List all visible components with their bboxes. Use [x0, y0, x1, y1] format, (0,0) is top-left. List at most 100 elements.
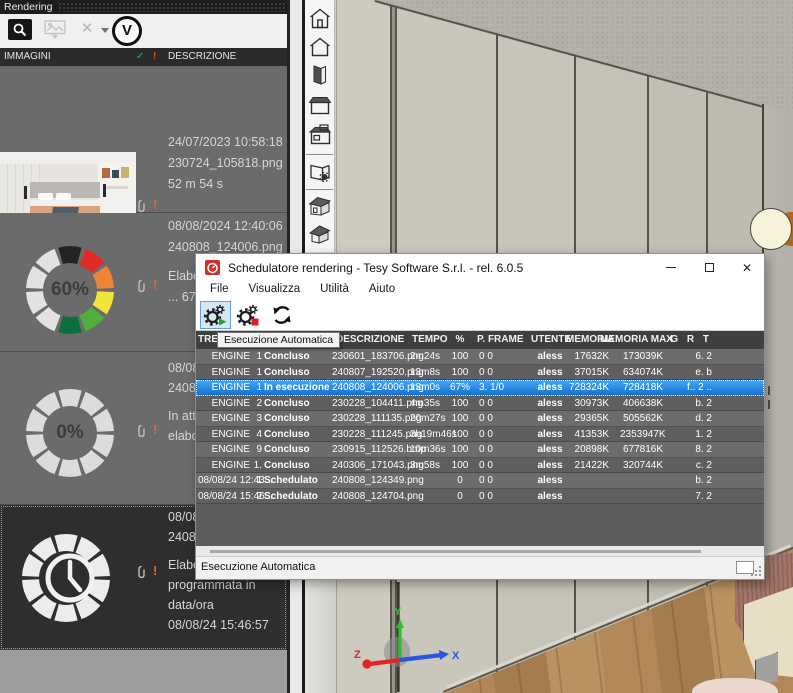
alert-icon: !: [153, 51, 157, 62]
stop-run-button[interactable]: [233, 301, 264, 329]
menu-utilita[interactable]: Utilità: [310, 282, 359, 299]
cell-source: ENGINE: [211, 397, 250, 409]
cell-desc: 230228_104411.png: [332, 397, 424, 409]
export-image-icon[interactable]: [44, 20, 66, 39]
cell-desc: 240306_171043.png: [332, 459, 424, 471]
menu-visualizza[interactable]: Visualizza: [239, 282, 311, 299]
cell-grt: d. 2: [695, 413, 712, 424]
cell-user: aless: [537, 382, 563, 393]
axis-z-label: Z: [354, 649, 361, 661]
cell-n: 2: [256, 397, 262, 409]
cell-source: ENGINE: [211, 459, 250, 471]
window-title-bar[interactable]: Schedulatore rendering - Tesy Software S…: [196, 254, 764, 282]
cell-mem: 30973K: [574, 397, 609, 409]
cell-desc: 240808_124349.png: [332, 475, 424, 486]
panel-title: Rendering: [4, 1, 53, 13]
vray-button[interactable]: V: [112, 16, 142, 46]
cell-pct: 100: [451, 428, 469, 440]
refresh-button[interactable]: [266, 301, 297, 329]
cell-pframe: 0 0: [479, 397, 493, 409]
table-row[interactable]: 08/08/24 15:46... 2 Schedulato 240808_12470…: [196, 488, 764, 504]
panel-list-header: IMMAGINI ✓ ! DESCRIZIONE: [0, 48, 287, 66]
progress-label: 0%: [56, 422, 84, 443]
chevron-down-icon[interactable]: [101, 28, 109, 33]
cell-mem: 37015K: [574, 366, 609, 378]
panel-title-bar[interactable]: Rendering: [0, 0, 287, 14]
scheduler-toolbar: [196, 299, 764, 331]
wall-mark: [768, 386, 770, 395]
cell-status: Schedulato: [264, 475, 318, 486]
origin-axes-gizmo: Y X Z: [354, 606, 460, 669]
preview-button[interactable]: [8, 19, 32, 40]
cell-pframe: 0 0: [479, 459, 493, 471]
cell-grt: b. 2: [695, 397, 712, 409]
maximize-button[interactable]: [692, 254, 726, 281]
house-outline-view-icon[interactable]: [307, 34, 333, 60]
house-window-view-icon[interactable]: [307, 122, 333, 148]
cell-grt: 8. 2: [695, 444, 712, 455]
house-front-view-icon[interactable]: [307, 6, 333, 32]
cell-n: 1: [256, 366, 262, 378]
wall-3d-view-icon[interactable]: [307, 62, 333, 88]
perspective-settings-icon[interactable]: [307, 159, 333, 185]
paperclip-icon: [138, 199, 145, 213]
cell-status: Concluso: [264, 459, 310, 471]
cell-memmax: 634074K: [622, 366, 663, 378]
cell-source: ENGINE: [211, 428, 250, 440]
table-row[interactable]: ENGINE 1 Concluso 230601_183706.png 2m24s 100…: [196, 349, 764, 365]
menu-file[interactable]: File: [200, 282, 239, 299]
axis-y-label: Y: [394, 606, 402, 618]
cell-grt: c. 2: [695, 459, 712, 471]
minimize-button[interactable]: [654, 254, 688, 281]
table-row[interactable]: ENGINE 1 In esecuzione 240808_124006.png 13m…: [196, 380, 764, 396]
table-row[interactable]: ENGINE 9 Concluso 230915_112526.bmp 10m36s 10…: [196, 442, 764, 458]
cell-pframe: 0 0: [479, 475, 493, 486]
cell-pframe: 0 0: [479, 490, 493, 502]
horizontal-scrollbar[interactable]: [196, 546, 764, 556]
close-button[interactable]: ✕: [730, 254, 764, 281]
table-row[interactable]: ENGINE 1. Concluso 240306_171043.png 3m58s 10…: [196, 457, 764, 473]
table-row[interactable]: ENGINE 4 Concluso 230228_111245.png 3h19m46s…: [196, 426, 764, 442]
toolbar-separator: [306, 154, 333, 155]
cell-grt: e. b: [695, 366, 712, 378]
render-job-row[interactable]: ! 24/07/2023 10:58:18 230724_105818.png …: [0, 66, 287, 246]
house-3d-view-icon[interactable]: [307, 193, 333, 219]
scheduler-window: Schedulatore rendering - Tesy Software S…: [195, 253, 765, 580]
table-row[interactable]: ENGINE 3 Concluso 230228_111135.png 20m27s 10…: [196, 411, 764, 427]
resize-grip[interactable]: [751, 566, 762, 577]
cell-source: ENGINE: [211, 444, 250, 455]
cell-memmax: 320744K: [622, 459, 663, 471]
col-pframe: P. FRAME: [477, 334, 524, 345]
cell-tempo: 4m35s: [410, 397, 441, 409]
table-row[interactable]: ENGINE 2 Concluso 230228_104411.png 4m35s 100…: [196, 395, 764, 411]
panel-toolbar: ✕ V: [0, 14, 287, 48]
cell-n: 9: [256, 444, 262, 455]
cell-pct: 0: [457, 490, 463, 502]
cell-tempo: 13m8s: [410, 366, 441, 378]
delete-button[interactable]: ✕: [78, 18, 96, 40]
cell-pct: 67%: [450, 382, 471, 393]
house-3d-small-view-icon[interactable]: [307, 221, 333, 247]
paperclip-icon: [138, 424, 145, 438]
cell-pct: 100: [451, 459, 469, 471]
table-row[interactable]: 08/08/24 12:43... 1 Schedulato 240808_12434…: [196, 473, 764, 489]
cell-status: Concluso: [264, 351, 310, 362]
cell-pframe: 0 0: [479, 413, 493, 424]
scrollbar-thumb[interactable]: [210, 550, 701, 553]
progress-ring-0: 0%: [10, 373, 130, 493]
cell-user: aless: [537, 459, 563, 471]
auto-run-button[interactable]: [200, 301, 231, 329]
menu-bar: File Visualizza Utilità Aiuto: [196, 282, 764, 299]
cell-mem: 20898K: [574, 444, 609, 455]
warning-icon: !: [153, 422, 158, 437]
table-row[interactable]: ENGINE 1 Concluso 240807_192520.png 13m8s 100…: [196, 364, 764, 380]
col-grt: G R T: [670, 334, 712, 345]
cell-grt: b. 2: [695, 475, 712, 486]
cell-desc: 230601_183706.png: [332, 351, 424, 362]
progress-label: 60%: [50, 279, 90, 300]
house-roof-view-icon[interactable]: [307, 92, 333, 118]
cell-grt: f.. 2 ..: [686, 382, 712, 393]
col-tempo: TEMPO: [412, 334, 448, 345]
cell-tempo: 3h19m46s: [410, 428, 457, 440]
menu-aiuto[interactable]: Aiuto: [359, 282, 405, 299]
